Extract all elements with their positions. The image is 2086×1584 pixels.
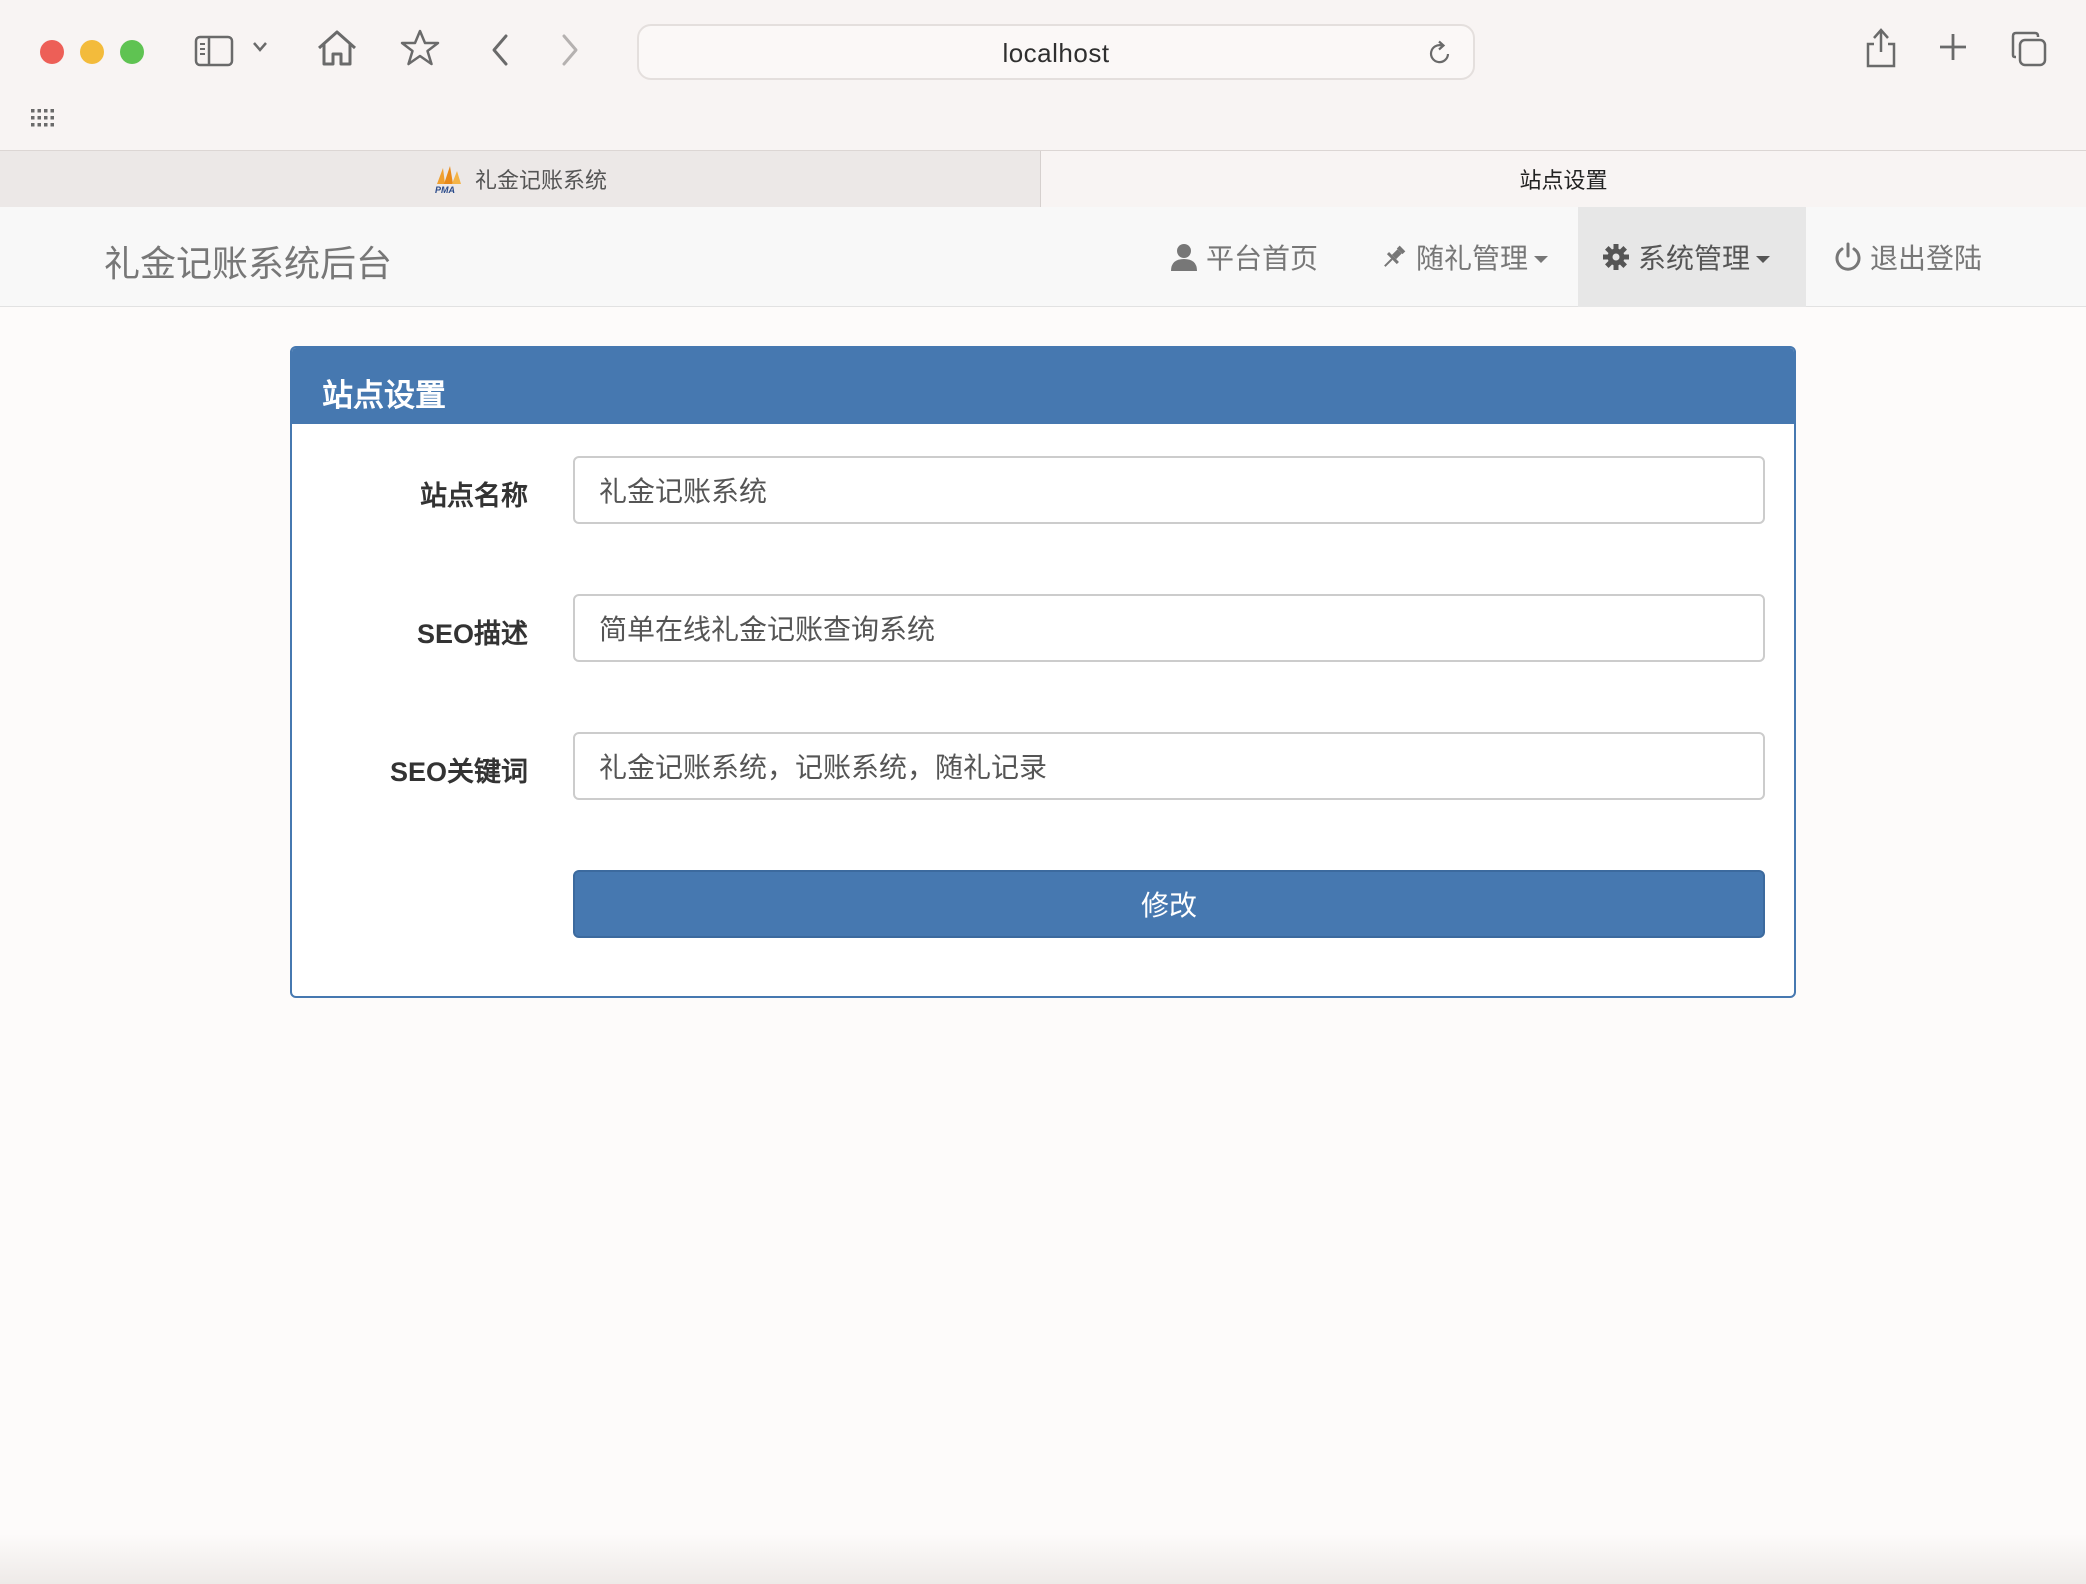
chevron-down-icon[interactable] (250, 40, 270, 54)
power-icon (1834, 242, 1862, 272)
tab-label: 礼金记账系统 (474, 168, 607, 193)
apps-grid-icon[interactable] (30, 108, 58, 128)
address-bar[interactable]: localhost (637, 24, 1475, 80)
window-bottom-edge (0, 1534, 2086, 1584)
seo-description-input[interactable] (573, 594, 1765, 662)
site-name-input[interactable] (573, 456, 1765, 524)
reload-icon[interactable] (1427, 40, 1453, 73)
tab-site-settings[interactable]: 站点设置 (1041, 151, 2086, 207)
forward-icon[interactable] (558, 32, 582, 68)
sidebar-icon[interactable] (194, 34, 234, 68)
new-tab-icon[interactable] (1938, 32, 1968, 62)
nav-item-home[interactable]: 平台首页 (1146, 207, 1342, 307)
seo-description-label: SEO描述 (416, 619, 528, 649)
nav-item-logout[interactable]: 退出登陆 (1810, 207, 2006, 307)
tab-lijin-system[interactable]: PMA 礼金记账系统 (0, 151, 1041, 207)
submit-button[interactable]: 修改 (573, 870, 1765, 938)
site-settings-panel: 站点设置 站点名称 SEO描述 SEO关键词 修改 (290, 346, 1796, 998)
seo-keywords-input[interactable] (573, 732, 1765, 800)
app-navbar: 礼金记账系统后台 平台首页 随礼管理 系统管理 退出登陆 (0, 207, 2086, 307)
zoom-window-button[interactable] (120, 40, 144, 64)
back-icon[interactable] (488, 32, 512, 68)
tab-label: 站点设置 (1519, 168, 1608, 193)
panel-title: 站点设置 (292, 348, 1794, 424)
minimize-window-button[interactable] (80, 40, 104, 64)
user-icon (1170, 242, 1198, 272)
url-text: localhost (1002, 38, 1110, 68)
caret-down-icon (1534, 255, 1549, 263)
svg-text:PMA: PMA (435, 185, 455, 194)
site-name-label: 站点名称 (420, 481, 528, 511)
seo-keywords-label: SEO关键词 (389, 757, 528, 787)
nav-item-system-management[interactable]: 系统管理 (1578, 207, 1806, 307)
nav-item-label: 随礼管理 (1416, 243, 1529, 274)
nav-item-label: 退出登陆 (1870, 243, 1983, 274)
brand-title[interactable]: 礼金记账系统后台 (104, 235, 392, 287)
pushpin-icon (1380, 243, 1408, 271)
form-row-seo-description: SEO描述 (292, 594, 1794, 662)
nav-item-label: 平台首页 (1206, 243, 1319, 274)
pma-logo-icon: PMA (433, 164, 465, 194)
browser-toolbar: localhost (0, 0, 2086, 150)
tab-overview-icon[interactable] (2010, 30, 2048, 68)
form-row-seo-keywords: SEO关键词 (292, 732, 1794, 800)
nav-item-gift-management[interactable]: 随礼管理 (1356, 207, 1572, 307)
caret-down-icon (1756, 255, 1771, 263)
home-icon[interactable] (316, 28, 358, 68)
share-icon[interactable] (1864, 26, 1898, 70)
nav-item-label: 系统管理 (1638, 243, 1751, 274)
form-row-site-name: 站点名称 (292, 456, 1794, 524)
close-window-button[interactable] (40, 40, 64, 64)
star-icon[interactable] (400, 28, 440, 68)
gear-icon (1602, 243, 1630, 271)
tab-bar: PMA 礼金记账系统 站点设置 (0, 150, 2086, 207)
